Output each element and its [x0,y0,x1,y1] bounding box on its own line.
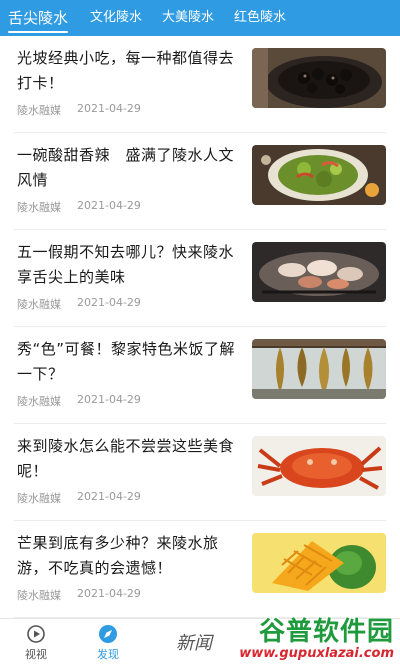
tab-red-lingshui[interactable]: 红色陵水 [234,0,286,36]
article-source: 陵水融媒 [17,298,61,311]
compass-icon [99,624,117,643]
article-source: 陵水融媒 [17,395,61,408]
article-title: 一碗酸甜香辣 盛满了陵水人文风情 [17,146,235,189]
tab-tongue-tip-lingshui[interactable]: 舌尖陵水 [8,0,69,36]
article-item[interactable]: 五一假期不知去哪儿？快来陵水享舌尖上的美味 陵水融媒 2021-04-29 [14,230,386,327]
news-logo[interactable]: 新闻 [172,622,216,662]
article-source: 陵水融媒 [17,589,61,602]
article-feed: 光坡经典小吃，每一种都值得去打卡！ 陵水融媒 2021-04-29 一碗酸甜香辣… [0,36,400,618]
article-source: 陵水融媒 [17,104,61,117]
article-meta: 陵水融媒 2021-04-29 [17,393,141,409]
article-item[interactable]: 光坡经典小吃，每一种都值得去打卡！ 陵水融媒 2021-04-29 [14,36,386,133]
nav-discover-label: 发现 [97,647,119,661]
nav-discover[interactable]: 发现 [72,624,144,662]
article-date: 2021-04-29 [77,102,141,115]
article-meta: 陵水融媒 2021-04-29 [17,102,141,118]
article-item[interactable]: 一碗酸甜香辣 盛满了陵水人文风情 陵水融媒 2021-04-29 [14,133,386,230]
nav-video-label: 视视 [25,647,47,661]
tab-culture-lingshui[interactable]: 文化陵水 [90,0,142,36]
article-title: 芒果到底有多少种？来陵水旅游，不吃真的会遗憾！ [17,534,219,577]
nav-video[interactable]: 视视 [0,624,72,662]
mango-photo [252,533,386,593]
article-title: 光坡经典小吃，每一种都值得去打卡！ [17,49,235,92]
article-item[interactable]: 秀“色”可餐！黎家特色米饭了解一下？ 陵水融媒 2021-04-29 [14,327,386,424]
seafood-salad-photo [252,145,386,205]
video-icon [27,624,45,643]
article-meta: 陵水融媒 2021-04-29 [17,199,141,215]
article-item[interactable]: 芒果到底有多少种？来陵水旅游，不吃真的会遗憾！ 陵水融媒 2021-04-29 [14,521,386,618]
article-title: 秀“色”可餐！黎家特色米饭了解一下？ [17,340,236,383]
article-date: 2021-04-29 [77,199,141,212]
article-title: 五一假期不知去哪儿？快来陵水享舌尖上的美味 [17,243,235,286]
tab-beauty-lingshui[interactable]: 大美陵水 [162,0,214,36]
dark-snacks-photo [252,48,386,108]
article-date: 2021-04-29 [77,490,141,503]
article-source: 陵水融媒 [17,201,61,214]
red-crab-photo [252,436,386,496]
article-meta: 陵水融媒 2021-04-29 [17,587,141,603]
grilled-seafood-photo [252,242,386,302]
article-meta: 陵水融媒 2021-04-29 [17,490,141,506]
article-date: 2021-04-29 [77,393,141,406]
hanging-rice-photo [252,339,386,399]
category-tab-bar: 舌尖陵水 文化陵水 大美陵水 红色陵水 [0,0,400,36]
article-date: 2021-04-29 [77,296,141,309]
article-item[interactable]: 来到陵水怎么能不尝尝这些美食呢！ 陵水融媒 2021-04-29 [14,424,386,521]
article-title: 来到陵水怎么能不尝尝这些美食呢！ [17,437,235,480]
article-date: 2021-04-29 [77,587,141,600]
article-source: 陵水融媒 [17,492,61,505]
article-meta: 陵水融媒 2021-04-29 [17,296,141,312]
